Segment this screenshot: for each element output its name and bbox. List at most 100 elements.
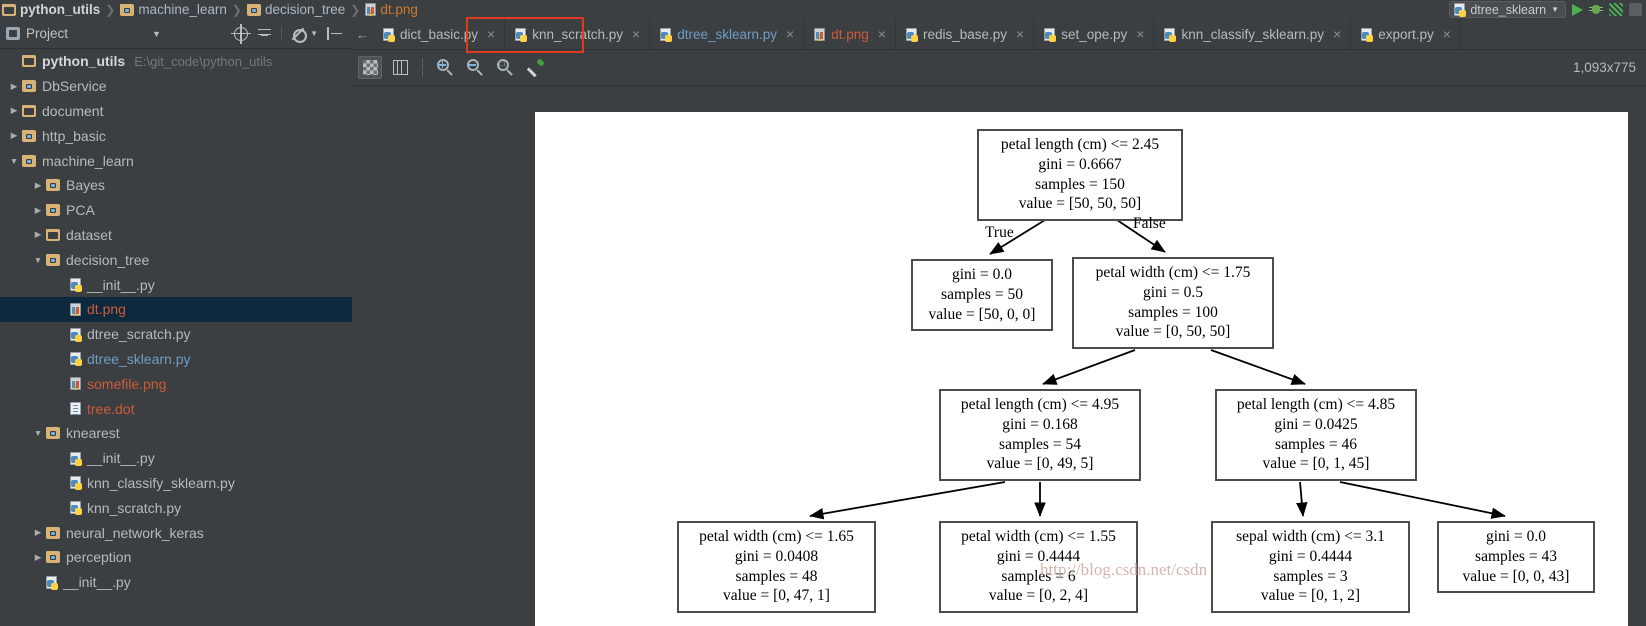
tree-item-tree-dot[interactable]: tree.dot [0, 396, 352, 421]
collapse-arrow-icon[interactable]: ▼ [6, 156, 22, 166]
tab-close-icon[interactable]: × [1136, 26, 1144, 42]
tree-node-line: samples = 3 [1273, 567, 1348, 585]
expand-arrow-icon[interactable]: ▶ [30, 180, 46, 191]
tree-item-dtree-sklearn-py[interactable]: dtree_sklearn.py [0, 347, 352, 372]
expand-arrow-icon[interactable]: ▶ [30, 552, 46, 563]
tree-item-dtree-scratch-py[interactable]: dtree_scratch.py [0, 322, 352, 347]
package-folder-icon [46, 551, 60, 564]
tree-item-python-utils[interactable]: python_utils E:\git_code\python_utils [0, 49, 352, 74]
expand-arrow-icon[interactable]: ▶ [30, 229, 46, 240]
tree-item-pca[interactable]: ▶ PCA [0, 198, 352, 223]
tab-dt-png[interactable]: dt.png × [804, 19, 896, 49]
breadcrumb-separator-icon: ❯ [231, 2, 242, 17]
folder-icon [22, 104, 36, 117]
tab-close-icon[interactable]: × [1016, 26, 1024, 42]
tree-item-machine-learn[interactable]: ▼ machine_learn [0, 148, 352, 173]
breadcrumb-item-machine-learn[interactable]: machine_learn [120, 2, 227, 17]
run-icon[interactable] [1572, 3, 1583, 16]
tree-item--init-py[interactable]: __init__.py [0, 570, 352, 595]
tree-item-dt-png[interactable]: dt.png [0, 296, 352, 322]
settings-gear-icon[interactable] [291, 27, 308, 43]
tab-scroll-left-icon[interactable]: ← [352, 19, 373, 49]
run-configuration-selector[interactable]: dtree_sklearn ▼ [1449, 1, 1566, 18]
tab-close-icon[interactable]: × [1333, 26, 1341, 42]
collapse-arrow-icon[interactable]: ▼ [30, 428, 46, 438]
tree-node-line: gini = 0.168 [1002, 415, 1078, 433]
tree-item-label: __init__.py [87, 450, 155, 467]
locate-icon[interactable] [231, 23, 252, 44]
dot-file-icon [70, 402, 81, 416]
tree-node-line: value = [0, 1, 2] [1260, 587, 1361, 605]
image-viewer-area[interactable]: petal length (cm) <= 2.45 gini = 0.6667 sa… [352, 86, 1646, 626]
tree-node-line: value = [0, 49, 5] [986, 455, 1094, 473]
tree-item-knn-classify-sklearn-py[interactable]: knn_classify_sklearn.py [0, 471, 352, 496]
expand-arrow-icon[interactable]: ▶ [30, 205, 46, 216]
toolbar-divider [281, 27, 283, 40]
expand-arrow-icon[interactable]: ▶ [6, 105, 22, 116]
project-tree[interactable]: python_utils E:\git_code\python_utils ▶ DbS… [0, 49, 352, 626]
tab-knn-scratch-py[interactable]: knn_scratch.py × [505, 19, 651, 49]
chevron-down-icon[interactable]: ▼ [310, 29, 318, 38]
breadcrumb-item-decision-tree[interactable]: decision_tree [246, 2, 345, 17]
tab-close-icon[interactable]: × [1443, 26, 1451, 42]
transparency-grid-button[interactable] [358, 56, 382, 79]
tab-dict-basic-py[interactable]: dict_basic.py × [373, 19, 506, 49]
tree-item-dbservice[interactable]: ▶ DbService [0, 74, 352, 99]
hide-panel-icon[interactable] [327, 27, 342, 40]
tree-item--init-py[interactable]: __init__.py [0, 446, 352, 471]
project-panel-header: Project ▼ ▼ [0, 19, 352, 49]
actual-size-icon: 1:1 [496, 59, 514, 76]
tree-item-somefile-png[interactable]: somefile.png [0, 371, 352, 396]
tree-item-knearest[interactable]: ▼ knearest [0, 421, 352, 446]
python-file-icon [70, 327, 82, 342]
tree-item-decision-tree[interactable]: ▼ decision_tree [0, 247, 352, 272]
tree-item-dataset[interactable]: ▶ dataset [0, 223, 352, 248]
tab-export-py[interactable]: export.py × [1351, 19, 1461, 49]
tab-knn-classify-sklearn-py[interactable]: knn_classify_sklearn.py × [1154, 19, 1352, 49]
editor-tabbar[interactable]: ← dict_basic.py × knn_scratch.py × dtree_skl… [352, 19, 1646, 50]
tab-close-icon[interactable]: × [632, 26, 640, 42]
debug-icon[interactable] [1589, 3, 1603, 16]
tab-close-icon[interactable]: × [878, 26, 886, 42]
tree-item-label: machine_learn [42, 152, 134, 169]
chevron-down-icon: ▼ [1551, 5, 1559, 14]
tree-item--init-py[interactable]: __init__.py [0, 272, 352, 297]
breadcrumb-item-python-utils[interactable]: python_utils [2, 2, 100, 17]
tab-redis-base-py[interactable]: redis_base.py × [896, 19, 1035, 49]
tree-item-label: knearest [66, 425, 120, 442]
run-configuration-label: dtree_sklearn [1470, 2, 1547, 17]
tree-node-n4: petal length (cm) <= 4.85 gini = 0.0425 sa… [1215, 389, 1417, 482]
zoom-in-button[interactable] [433, 56, 457, 79]
tree-node-n5: petal width (cm) <= 1.65 gini = 0.0408 sam… [677, 521, 876, 614]
expand-arrow-icon[interactable]: ▶ [6, 81, 22, 92]
tab-close-icon[interactable]: × [786, 26, 794, 42]
tab-set-ope-py[interactable]: set_ope.py × [1034, 19, 1155, 49]
zoom-out-button[interactable] [463, 56, 487, 79]
expand-arrow-icon[interactable]: ▶ [30, 527, 46, 538]
tree-item-neural-network-keras[interactable]: ▶ neural_network_keras [0, 520, 352, 545]
tab-close-icon[interactable]: × [487, 26, 495, 42]
tree-item-knn-scratch-py[interactable]: knn_scratch.py [0, 495, 352, 520]
tree-item-document[interactable]: ▶ document [0, 99, 352, 124]
tree-node-line: samples = 50 [941, 285, 1023, 303]
collapse-arrow-icon[interactable]: ▼ [30, 255, 46, 265]
collapse-all-icon[interactable] [257, 27, 272, 41]
project-panel-title[interactable]: Project ▼ [6, 26, 161, 41]
python-file-icon [70, 352, 82, 367]
expand-arrow-icon[interactable]: ▶ [6, 130, 22, 141]
toolbar-divider [422, 58, 423, 77]
tree-item-path: E:\git_code\python_utils [134, 53, 273, 69]
coverage-icon[interactable] [1609, 3, 1623, 16]
tree-item-http-basic[interactable]: ▶ http_basic [0, 123, 352, 148]
stop-icon[interactable] [1629, 3, 1642, 16]
tab-dtree-sklearn-py[interactable]: dtree_sklearn.py × [650, 19, 805, 49]
tree-item-bayes[interactable]: ▶ Bayes [0, 173, 352, 198]
grid-button[interactable] [388, 56, 412, 79]
tree-node-line: value = [0, 0, 43] [1462, 567, 1570, 585]
breadcrumb-item-dt-png[interactable]: dt.png [365, 2, 418, 17]
actual-size-button[interactable]: 1:1 [493, 56, 517, 79]
color-picker-button[interactable] [523, 56, 547, 79]
tree-node-line: samples = 48 [735, 567, 818, 585]
tree-item-perception[interactable]: ▶ perception [0, 545, 352, 570]
chevron-down-icon[interactable]: ▼ [152, 29, 161, 39]
